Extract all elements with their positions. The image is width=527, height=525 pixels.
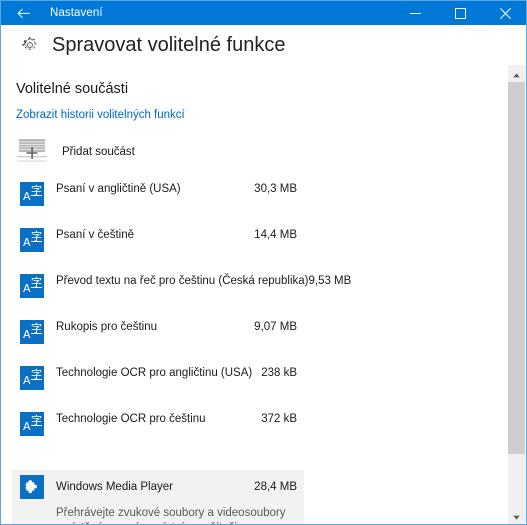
minimize-icon	[410, 8, 421, 19]
section-title: Volitelné součásti	[16, 81, 129, 97]
language-pack-icon: A字	[20, 412, 44, 436]
selected-feature-header: Windows Media Player 28,4 MB	[12, 470, 304, 499]
title-bar: Nastavení	[1, 1, 526, 25]
feature-row[interactable]: A 字 Technologie OCR pro angličtinu (USA) 23…	[12, 361, 304, 407]
feature-row[interactable]: A 字 Rukopis pro češtinu 9,07 MB	[12, 315, 304, 361]
add-feature-icon	[16, 137, 50, 167]
selected-feature-size: 28,4 MB	[254, 481, 297, 493]
feature-size: 14,4 MB	[254, 229, 297, 241]
selected-feature-name: Windows Media Player	[56, 481, 173, 493]
settings-window: Nastavení Spravovat volitelné funkce Vol…	[0, 0, 527, 525]
window-controls	[393, 1, 526, 25]
feature-list: A 字 Psaní v angličtině (USA) 30,3 MB A 字 Psaní…	[2, 177, 507, 453]
close-button[interactable]	[483, 1, 526, 25]
selected-feature-description: Přehrávejte zvukové soubory a videosoubo…	[56, 507, 286, 524]
feature-size: 9,07 MB	[254, 321, 297, 333]
back-button[interactable]	[1, 1, 45, 25]
feature-name: Psaní v angličtině (USA)	[56, 183, 181, 195]
feature-size: 30,3 MB	[254, 183, 297, 195]
feature-size: 238 kB	[261, 367, 297, 379]
view-history-link[interactable]: Zobrazit historii volitelných funkcí	[16, 109, 185, 121]
feature-size: 9,53 MB	[308, 275, 352, 287]
language-pack-icon: A字	[20, 182, 44, 206]
close-icon	[500, 7, 511, 19]
maximize-button[interactable]	[438, 1, 483, 25]
page-title: Spravovat volitelné funkce	[52, 33, 286, 56]
feature-row[interactable]: A 字 Psaní v češtině 14,4 MB	[12, 223, 304, 269]
feature-name: Převod textu na řeč pro češtinu (Česká r…	[56, 275, 309, 287]
feature-name: Technologie OCR pro češtinu	[56, 413, 206, 425]
feature-row[interactable]: A 字 Psaní v angličtině (USA) 30,3 MB	[12, 177, 304, 223]
vertical-scrollbar[interactable]	[508, 65, 525, 524]
maximize-icon	[455, 7, 466, 19]
feature-name: Technologie OCR pro angličtinu (USA)	[56, 367, 253, 379]
language-pack-icon: A字	[20, 228, 44, 252]
page-header: Spravovat volitelné funkce	[1, 25, 526, 65]
back-arrow-icon	[16, 8, 30, 19]
language-pack-icon: A字	[20, 366, 44, 390]
gear-icon	[15, 36, 45, 54]
scroll-up-button[interactable]	[508, 65, 525, 82]
feature-row[interactable]: A 字 Technologie OCR pro češtinu 372 kB	[12, 407, 304, 453]
feature-row[interactable]: A 字 Převod textu na řeč pro češtinu (Česká…	[12, 269, 351, 315]
minimize-button[interactable]	[393, 1, 438, 25]
add-feature-row[interactable]: Přidat součást	[16, 131, 304, 173]
content-area: Volitelné součásti Zobrazit historii vol…	[2, 65, 507, 524]
language-pack-icon: A字	[20, 320, 44, 344]
window-title: Nastavení	[50, 7, 103, 19]
selected-feature-panel[interactable]: Windows Media Player 28,4 MB Přehrávejte…	[12, 470, 304, 524]
scrollbar-thumb[interactable]	[508, 82, 525, 454]
puzzle-piece-icon	[20, 475, 44, 499]
scroll-down-button[interactable]	[508, 507, 525, 524]
feature-name: Psaní v češtině	[56, 229, 134, 241]
language-pack-icon: A字	[20, 274, 44, 298]
add-feature-label: Přidat součást	[62, 146, 135, 158]
feature-size: 372 kB	[261, 413, 297, 425]
scroll-down-arrow-icon	[513, 507, 520, 525]
feature-name: Rukopis pro češtinu	[56, 321, 157, 333]
scroll-up-arrow-icon	[513, 65, 520, 83]
